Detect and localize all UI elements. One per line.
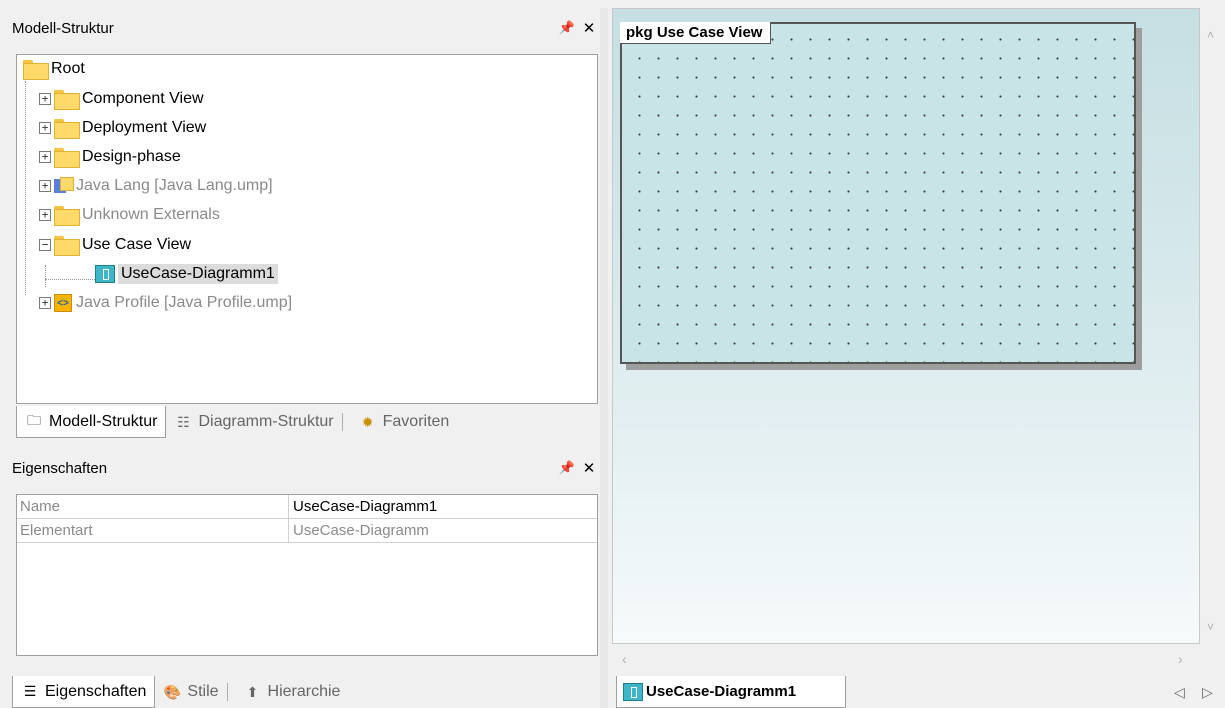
folder-icon [54,90,80,110]
tab-stile[interactable]: 🎨 Stile [155,676,235,708]
tree-item-label: Java Profile [Java Profile.ump] [76,294,293,311]
folder-icon [54,148,80,168]
expand-icon[interactable]: + [39,151,51,163]
hierarchy-icon: ⬆ [246,683,259,700]
scroll-left-icon[interactable]: ‹ [622,651,627,667]
vertical-scrollbar[interactable]: ˄ ˅ [1200,8,1225,644]
tree-item-label: UseCase-Diagramm1 [118,264,278,284]
tab-prev-icon[interactable]: ◁ [1174,684,1185,701]
profile-icon: <> [54,294,72,312]
properties-grid: Name UseCase-Diagramm1 Elementart UseCas… [16,494,598,656]
model-panel-tabbar: 🗀 Modell-Struktur ☷ Diagramm-Struktur ✹ … [16,406,457,438]
properties-header: Eigenschaften 📌 ✕ [8,452,600,484]
expand-icon[interactable]: + [39,93,51,105]
package-frame[interactable] [620,22,1136,364]
model-structure-title: Modell-Struktur [12,19,114,37]
palette-icon: 🎨 [163,683,182,700]
panel-splitter[interactable] [600,8,608,708]
close-icon[interactable]: ✕ [578,459,600,477]
tree-item-label: Deployment View [82,119,207,136]
model-tree[interactable]: Root + Component View + Deployment View … [16,54,598,404]
tree-item-label: Root [51,60,85,77]
tab-hierarchie[interactable]: ⬆ Hierarchie [236,676,349,708]
tab-usecase-diagramm1[interactable]: UseCase-Diagramm1 [616,676,846,708]
tree-item-component-view[interactable]: + Component View [39,86,204,112]
tree-item-design-phase[interactable]: + Design-phase [39,144,181,170]
close-icon[interactable]: ✕ [578,19,600,37]
tree-item-label: Java Lang [Java Lang.ump] [76,177,273,194]
property-value[interactable]: UseCase-Diagramm1 [289,495,597,518]
tree-item-root[interactable]: Root [23,56,85,82]
tree-item-java-lang[interactable]: + Java Lang [Java Lang.ump] [39,173,273,199]
usecase-diagram-icon [95,265,115,283]
tab-eigenschaften[interactable]: ☰ Eigenschaften [12,676,156,708]
expand-icon[interactable]: + [39,297,51,309]
pin-icon[interactable]: 📌 [556,20,578,36]
property-value: UseCase-Diagramm [293,522,429,539]
folder-icon [54,206,80,226]
folder-icon [54,119,80,139]
tree-item-deployment-view[interactable]: + Deployment View [39,115,206,141]
tree-item-use-case-view[interactable]: − Use Case View [39,232,191,258]
expand-icon[interactable]: + [39,209,51,221]
tab-label: Favoriten [382,413,450,430]
property-row[interactable]: Elementart UseCase-Diagramm [17,519,597,543]
property-row[interactable]: Name UseCase-Diagramm1 [17,495,597,519]
tree-item-label: Use Case View [82,236,192,253]
java-package-icon [54,177,74,195]
tree-item-unknown-externals[interactable]: + Unknown Externals [39,202,220,228]
property-key: Elementart [17,519,289,542]
pin-icon[interactable]: 📌 [556,460,578,476]
tab-next-icon[interactable]: ▷ [1202,684,1213,701]
expand-icon[interactable]: + [39,122,51,134]
tree-item-label: Component View [82,90,204,107]
tab-label: Hierarchie [267,683,341,700]
tree-item-label: Design-phase [82,148,181,165]
tab-modell-struktur[interactable]: 🗀 Modell-Struktur [16,406,167,438]
collapse-icon[interactable]: − [39,239,51,251]
tab-label: Modell-Struktur [49,412,158,430]
document-tabbar: UseCase-Diagramm1 ◁ ▷ [612,676,1225,708]
tab-label: Eigenschaften [45,682,147,700]
scroll-up-icon[interactable]: ˄ [1207,28,1214,42]
package-frame-label: pkg Use Case View [620,22,772,44]
usecase-diagram-icon [623,682,643,701]
model-structure-header: Modell-Struktur 📌 ✕ [8,12,600,44]
star-icon: ✹ [361,413,374,430]
tab-label: Diagramm-Struktur [198,413,334,430]
diagram-tree-icon: ☷ [177,413,190,430]
expand-icon[interactable]: + [39,180,51,192]
horizontal-scrollbar[interactable]: ‹ › [612,644,1200,674]
properties-title: Eigenschaften [12,459,108,477]
folder-outline-icon: 🗀 [27,411,41,428]
folder-icon [54,236,80,256]
tree-item-java-profile[interactable]: + <> Java Profile [Java Profile.ump] [39,290,292,316]
properties-list-icon: ☰ [23,683,37,699]
tab-label: UseCase-Diagramm1 [646,683,797,700]
tab-diagramm-struktur[interactable]: ☷ Diagramm-Struktur [166,406,350,438]
tree-item-label: Unknown Externals [82,206,220,223]
tab-label: Stile [187,683,219,700]
property-key: Name [17,495,289,518]
folder-icon [23,60,49,80]
tab-favoriten[interactable]: ✹ Favoriten [351,406,458,438]
properties-panel-tabbar: ☰ Eigenschaften 🎨 Stile ⬆ Hierarchie [12,676,348,708]
scroll-down-icon[interactable]: ˅ [1207,620,1214,634]
scroll-right-icon[interactable]: › [1178,651,1183,667]
tree-item-usecase-diagramm1[interactable]: UseCase-Diagramm1 [95,261,278,287]
